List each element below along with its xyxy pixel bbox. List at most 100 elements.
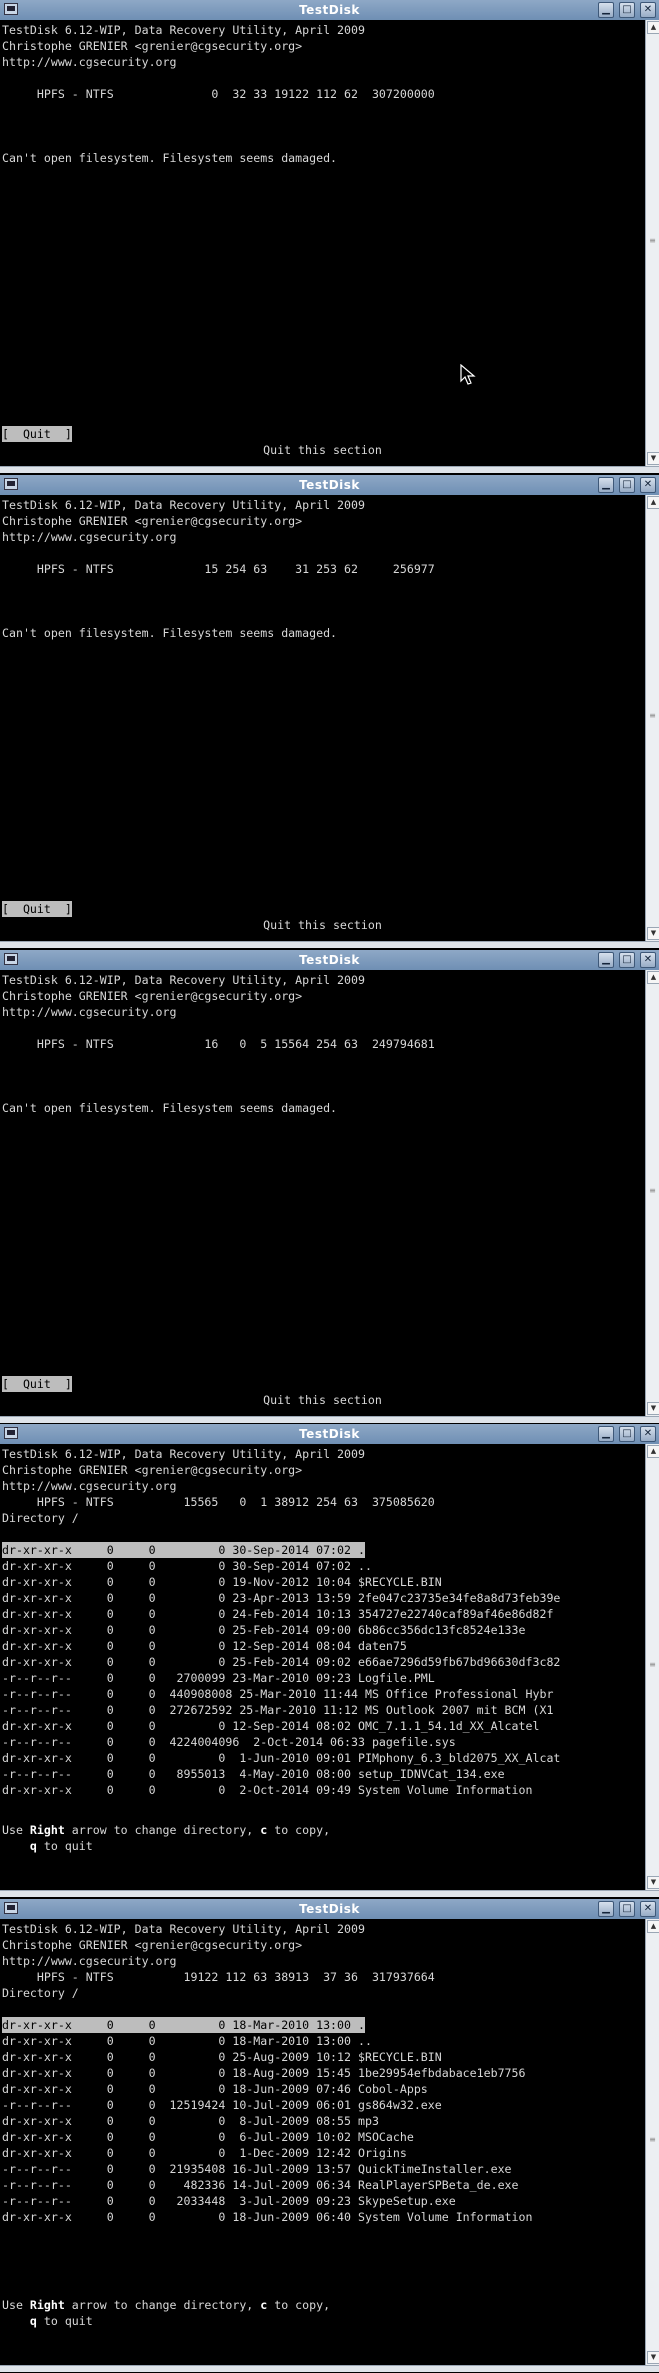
close-button[interactable]: ✕ [640, 1901, 656, 1917]
close-button[interactable]: ✕ [640, 952, 656, 968]
terminal-window: TestDisk ▁ □ ✕ TestDisk 6.12-WIP, Data Recov… [0, 1899, 659, 2373]
directory-entry[interactable]: dr-xr-xr-x 0 0 0 30-Sep-2014 07:02 .. [2, 1558, 372, 1574]
scroll-down-arrow[interactable]: ▼ [647, 1402, 659, 1415]
terminal-window: TestDisk ▁ □ ✕ TestDisk 6.12-WIP, Data Recov… [0, 0, 659, 474]
scroll-down-arrow[interactable]: ▼ [647, 927, 659, 940]
directory-entry[interactable]: -r--r--r-- 0 0 4224004096 2-Oct-2014 06:… [2, 1734, 456, 1750]
quit-line: q to quit [2, 2313, 93, 2329]
directory-entry[interactable]: dr-xr-xr-x 0 0 0 1-Jun-2010 09:01 PIMpho… [2, 1750, 560, 1766]
help-text: to copy, [267, 1823, 331, 1837]
maximize-button[interactable]: □ [619, 2, 635, 18]
quit-button[interactable]: [ Quit ] [2, 901, 72, 917]
window-title: TestDisk [299, 1427, 360, 1441]
scroll-grip-icon: ≡ [649, 2135, 656, 2144]
help-key-right: Right [29, 1823, 65, 1837]
terminal-screen: TestDisk 6.12-WIP, Data Recovery Utility… [0, 1444, 645, 1890]
directory-entry[interactable]: dr-xr-xr-x 0 0 0 18-Jun-2009 06:40 Syste… [2, 2209, 532, 2225]
help-line: Use Right arrow to change directory, c t… [2, 2297, 330, 2313]
scroll-grip-icon: ≡ [649, 1186, 656, 1195]
partition-info: HPFS - NTFS 15565 0 1 38912 254 63 37508… [2, 1495, 435, 1509]
title-bar: TestDisk ▁ □ ✕ [0, 475, 659, 496]
scroll-down-arrow[interactable]: ▼ [647, 2351, 659, 2364]
directory-entry[interactable]: -r--r--r-- 0 0 272672592 25-Mar-2010 11:… [2, 1702, 553, 1718]
vertical-scrollbar[interactable]: ▲ ≡ ▼ [645, 1919, 659, 2365]
directory-entry[interactable]: -r--r--r-- 0 0 482336 14-Jul-2009 06:34 … [2, 2177, 519, 2193]
directory-entry[interactable]: -r--r--r-- 0 0 8955013 4-May-2010 08:00 … [2, 1766, 505, 1782]
directory-entry[interactable]: dr-xr-xr-x 0 0 0 2-Oct-2014 09:49 System… [2, 1782, 532, 1798]
website-line: http://www.cgsecurity.org [2, 1005, 177, 1019]
maximize-button[interactable]: □ [619, 1426, 635, 1442]
quit-button[interactable]: [ Quit ] [2, 1376, 72, 1392]
directory-entry[interactable]: dr-xr-xr-x 0 0 0 25-Aug-2009 10:12 $RECY… [2, 2049, 442, 2065]
app-version-line: TestDisk 6.12-WIP, Data Recovery Utility… [2, 498, 365, 512]
help-key-right: Right [29, 2298, 65, 2312]
directory-entry[interactable]: dr-xr-xr-x 0 0 0 24-Feb-2014 10:13 35472… [2, 1606, 553, 1622]
partition-info: HPFS - NTFS 15 254 63 31 253 62 256977 [2, 562, 435, 576]
app-version-line: TestDisk 6.12-WIP, Data Recovery Utility… [2, 1447, 365, 1461]
directory-entry[interactable]: dr-xr-xr-x 0 0 0 25-Feb-2014 09:00 6b86c… [2, 1622, 526, 1638]
directory-entry[interactable]: -r--r--r-- 0 0 12519424 10-Jul-2009 06:0… [2, 2097, 442, 2113]
scroll-grip-icon: ≡ [649, 236, 656, 245]
scroll-down-arrow[interactable]: ▼ [647, 1876, 659, 1889]
title-bar: TestDisk ▁ □ ✕ [0, 950, 659, 971]
partition-info: HPFS - NTFS 0 32 33 19122 112 62 3072000… [2, 87, 435, 101]
directory-entry[interactable]: dr-xr-xr-x 0 0 0 1-Dec-2009 12:42 Origin… [2, 2145, 407, 2161]
author-line: Christophe GRENIER <grenier@cgsecurity.o… [2, 39, 303, 53]
minimize-button[interactable]: ▁ [598, 952, 614, 968]
directory-entry[interactable]: -r--r--r-- 0 0 2033448 3-Jul-2009 09:23 … [2, 2193, 456, 2209]
scroll-up-arrow[interactable]: ▲ [647, 21, 659, 34]
window-title: TestDisk [299, 1902, 360, 1916]
author-line: Christophe GRENIER <grenier@cgsecurity.o… [2, 1938, 303, 1952]
scroll-up-arrow[interactable]: ▲ [647, 1445, 659, 1458]
directory-entry[interactable]: dr-xr-xr-x 0 0 0 18-Aug-2009 15:45 1be29… [2, 2065, 526, 2081]
directory-entry[interactable]: dr-xr-xr-x 0 0 0 12-Sep-2014 08:02 OMC_7… [2, 1718, 539, 1734]
terminal-screen: TestDisk 6.12-WIP, Data Recovery Utility… [0, 20, 645, 466]
error-message: Can't open filesystem. Filesystem seems … [2, 626, 338, 640]
scroll-up-arrow[interactable]: ▲ [647, 1920, 659, 1933]
quit-button[interactable]: [ Quit ] [2, 426, 72, 442]
directory-entry[interactable]: dr-xr-xr-x 0 0 0 23-Apr-2013 13:59 2fe04… [2, 1590, 560, 1606]
vertical-scrollbar[interactable]: ▲ ≡ ▼ [645, 1444, 659, 1890]
app-version-line: TestDisk 6.12-WIP, Data Recovery Utility… [2, 23, 365, 37]
scroll-down-arrow[interactable]: ▼ [647, 452, 659, 465]
minimize-button[interactable]: ▁ [598, 2, 614, 18]
minimize-button[interactable]: ▁ [598, 1426, 614, 1442]
directory-entry[interactable]: dr-xr-xr-x 0 0 0 25-Feb-2014 09:02 e66ae… [2, 1654, 560, 1670]
help-text: Use [2, 2298, 30, 2312]
error-message: Can't open filesystem. Filesystem seems … [2, 151, 338, 165]
close-button[interactable]: ✕ [640, 1426, 656, 1442]
vertical-scrollbar[interactable]: ▲ ≡ ▼ [645, 495, 659, 941]
directory-entry[interactable]: dr-xr-xr-x 0 0 0 8-Jul-2009 08:55 mp3 [2, 2113, 379, 2129]
help-text: to copy, [267, 2298, 331, 2312]
vertical-scrollbar[interactable]: ▲ ≡ ▼ [645, 20, 659, 466]
maximize-button[interactable]: □ [619, 477, 635, 493]
scroll-up-arrow[interactable]: ▲ [647, 971, 659, 984]
help-text: to quit [36, 1839, 93, 1853]
directory-entry[interactable]: dr-xr-xr-x 0 0 0 19-Nov-2012 10:04 $RECY… [2, 1574, 442, 1590]
directory-entry[interactable]: dr-xr-xr-x 0 0 0 12-Sep-2014 08:04 daten… [2, 1638, 407, 1654]
minimize-button[interactable]: ▁ [598, 477, 614, 493]
author-line: Christophe GRENIER <grenier@cgsecurity.o… [2, 989, 303, 1003]
app-version-line: TestDisk 6.12-WIP, Data Recovery Utility… [2, 973, 365, 987]
directory-entry[interactable]: -r--r--r-- 0 0 2700099 23-Mar-2010 09:23… [2, 1670, 435, 1686]
directory-entry[interactable]: dr-xr-xr-x 0 0 0 6-Jul-2009 10:02 MSOCac… [2, 2129, 414, 2145]
vertical-scrollbar[interactable]: ▲ ≡ ▼ [645, 970, 659, 1416]
directory-entry[interactable]: -r--r--r-- 0 0 440908008 25-Mar-2010 11:… [2, 1686, 553, 1702]
maximize-button[interactable]: □ [619, 1901, 635, 1917]
directory-entry[interactable]: dr-xr-xr-x 0 0 0 18-Jun-2009 07:46 Cobol… [2, 2081, 428, 2097]
author-line: Christophe GRENIER <grenier@cgsecurity.o… [2, 1463, 303, 1477]
title-bar: TestDisk ▁ □ ✕ [0, 1424, 659, 1445]
help-key-q: q [29, 2314, 37, 2328]
minimize-button[interactable]: ▁ [598, 1901, 614, 1917]
window-bottom-edge [0, 2365, 659, 2372]
maximize-button[interactable]: □ [619, 952, 635, 968]
directory-entry[interactable]: dr-xr-xr-x 0 0 0 18-Mar-2010 13:00 .. [2, 2033, 372, 2049]
directory-entry[interactable]: -r--r--r-- 0 0 21935408 16-Jul-2009 13:5… [2, 2161, 512, 2177]
close-button[interactable]: ✕ [640, 2, 656, 18]
directory-entry[interactable]: dr-xr-xr-x 0 0 0 18-Mar-2010 13:00 . [2, 2017, 365, 2033]
quit-hint: Quit this section [263, 1393, 382, 1407]
directory-entry[interactable]: dr-xr-xr-x 0 0 0 30-Sep-2014 07:02 . [2, 1542, 365, 1558]
close-button[interactable]: ✕ [640, 477, 656, 493]
author-line: Christophe GRENIER <grenier@cgsecurity.o… [2, 514, 303, 528]
scroll-up-arrow[interactable]: ▲ [647, 496, 659, 509]
